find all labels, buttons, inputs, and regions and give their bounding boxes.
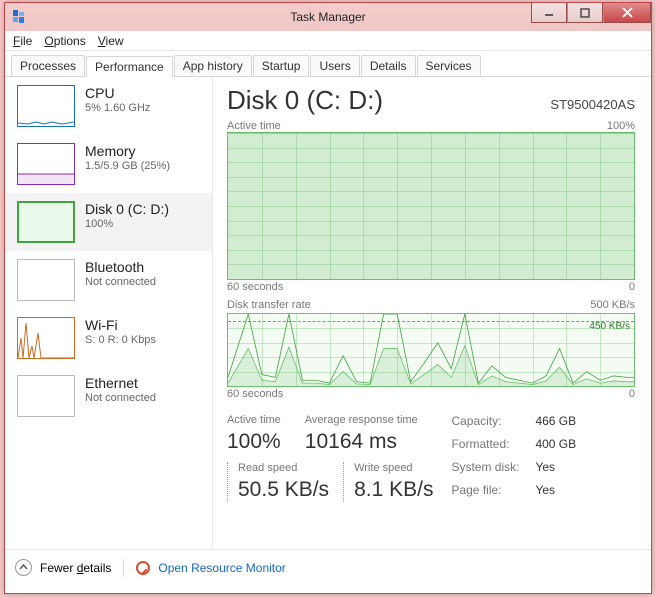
graph2-title: Disk transfer rate [227,299,311,311]
active-time-graph[interactable] [227,132,635,280]
footer-bar: Fewer details Open Resource Monitor [5,549,651,585]
sidebar-item-sub: Not connected [85,276,156,288]
sidebar-item-sub: S: 0 R: 0 Kbps [85,334,156,346]
disk-properties: Capacity: 466 GB Formatted: 400 GB Syste… [451,414,576,502]
memory-thumb-icon [17,143,75,185]
sidebar-item-memory[interactable]: Memory 1.5/5.9 GB (25%) [5,135,212,193]
active-time-label: Active time [227,414,281,426]
graph2-max: 500 KB/s [590,299,635,311]
disk-thumb-icon [17,201,75,243]
tab-bar: Processes Performance App history Startu… [5,51,651,77]
sidebar-item-ethernet[interactable]: Ethernet Not connected [5,367,212,425]
formatted-value: 400 GB [535,437,576,456]
sidebar-item-label: Memory [85,143,170,159]
graph2-xend: 0 [629,388,635,400]
sidebar-item-label: Wi-Fi [85,317,156,333]
minimize-button[interactable] [531,3,567,23]
tab-services[interactable]: Services [417,55,481,76]
sidebar-item-label: Bluetooth [85,259,156,275]
sidebar-item-label: Ethernet [85,375,156,391]
sidebar-item-label: Disk 0 (C: D:) [85,201,169,217]
chevron-up-icon[interactable] [15,559,32,576]
main-panel: Disk 0 (C: D:) ST9500420AS Active time 1… [213,77,651,549]
sidebar-item-sub: Not connected [85,392,156,404]
sidebar-item-disk[interactable]: Disk 0 (C: D:) 100% [5,193,212,251]
tab-performance[interactable]: Performance [86,56,173,77]
graph2-xstart: 60 seconds [227,388,283,400]
transfer-rate-graph[interactable]: 450 KB/s [227,313,635,387]
maximize-button[interactable] [567,3,603,23]
resource-monitor-icon [136,561,150,575]
formatted-label: Formatted: [451,437,535,456]
graph1-max: 100% [607,120,635,132]
capacity-value: 466 GB [535,414,576,433]
tab-processes[interactable]: Processes [11,55,85,76]
page-file-label: Page file: [451,483,535,502]
tab-users[interactable]: Users [310,55,359,76]
task-manager-window: Task Manager File Options View Processes… [4,2,652,594]
tab-startup[interactable]: Startup [253,55,310,76]
sidebar-item-label: CPU [85,85,150,101]
sidebar-item-cpu[interactable]: CPU 5% 1.60 GHz [5,77,212,135]
close-button[interactable] [603,3,651,23]
menu-file[interactable]: File [13,34,32,48]
page-title: Disk 0 (C: D:) [227,85,383,116]
window-controls [531,3,651,23]
tab-app-history[interactable]: App history [174,55,252,76]
wifi-thumb-icon [17,317,75,359]
open-resource-monitor-link[interactable]: Open Resource Monitor [158,561,285,575]
sidebar-item-bluetooth[interactable]: Bluetooth Not connected [5,251,212,309]
sidebar-item-sub: 100% [85,218,169,230]
system-disk-value: Yes [535,460,576,479]
write-speed-value: 8.1 KB/s [354,478,433,502]
write-speed-label: Write speed [354,462,433,474]
sidebar-item-wifi[interactable]: Wi-Fi S: 0 R: 0 Kbps [5,309,212,367]
menu-bar: File Options View [5,31,651,51]
system-disk-label: System disk: [451,460,535,479]
disk-model: ST9500420AS [550,97,635,112]
stats-grid: Active time 100% Average response time 1… [227,410,635,502]
capacity-label: Capacity: [451,414,535,433]
performance-sidebar: CPU 5% 1.60 GHz Memory 1.5/5.9 GB (25%) … [5,77,213,549]
sidebar-item-sub: 1.5/5.9 GB (25%) [85,160,170,172]
bluetooth-thumb-icon [17,259,75,301]
fewer-details-link[interactable]: Fewer details [40,561,111,575]
content-body: CPU 5% 1.60 GHz Memory 1.5/5.9 GB (25%) … [5,77,651,549]
avg-response-label: Average response time [305,414,418,426]
separator [123,559,124,577]
sidebar-item-sub: 5% 1.60 GHz [85,102,150,114]
page-file-value: Yes [535,483,576,502]
tab-details[interactable]: Details [361,55,416,76]
graph1-xstart: 60 seconds [227,281,283,293]
menu-view[interactable]: View [98,34,124,48]
graph1-xend: 0 [629,281,635,293]
ethernet-thumb-icon [17,375,75,417]
menu-options[interactable]: Options [44,34,85,48]
graph1-title: Active time [227,120,281,132]
cpu-thumb-icon [17,85,75,127]
read-speed-label: Read speed [238,462,329,474]
read-speed-value: 50.5 KB/s [238,478,329,502]
active-time-value: 100% [227,430,281,454]
title-bar[interactable]: Task Manager [5,3,651,31]
avg-response-value: 10164 ms [305,430,418,454]
